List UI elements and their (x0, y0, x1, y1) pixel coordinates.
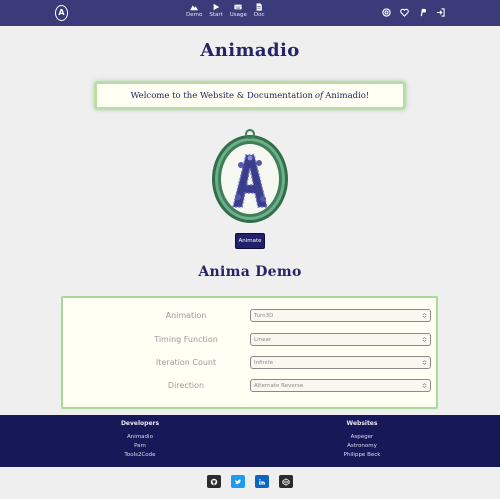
nav-links: Demo Start Usage Doc (186, 3, 265, 19)
welcome-of: of (314, 90, 324, 101)
github-link[interactable] (207, 475, 221, 488)
heart-icon[interactable] (400, 8, 409, 17)
footer-link[interactable]: Philippe Beck (302, 451, 422, 460)
welcome-text: Welcome to the Website & Documentation (130, 90, 313, 101)
play-icon (213, 3, 220, 11)
timing-function-select[interactable]: Linear (250, 333, 431, 346)
demo-section-title: Anima Demo (198, 264, 302, 280)
github-icon (210, 478, 218, 485)
direction-label: Direction (167, 381, 205, 390)
timing-function-label: Timing Function (154, 335, 218, 344)
nav-link-doc[interactable]: Doc (254, 3, 265, 19)
footer-link[interactable]: Pam (80, 442, 200, 451)
direction-select[interactable]: Alternate Reverse (250, 379, 431, 392)
linkedin-icon (259, 478, 265, 485)
framed-a-logo-icon (212, 129, 288, 223)
social-links (207, 475, 293, 488)
form-row-iteration: Iteration Count Infinite (63, 356, 436, 370)
logo-letter: A (58, 8, 65, 17)
twitter-link[interactable] (231, 475, 245, 488)
chevron-updown-icon (422, 337, 427, 342)
form-row-timing: Timing Function Linear (63, 333, 436, 347)
footer-link[interactable]: Animadio (80, 433, 200, 442)
home-logo-link[interactable]: A (55, 5, 68, 21)
nav-right-icons (382, 8, 445, 17)
nav-link-label: Usage (229, 12, 247, 18)
top-navbar: A Demo Start Usage Doc (0, 0, 500, 26)
nav-link-start[interactable]: Start (209, 3, 223, 19)
animate-button[interactable]: Animate (235, 233, 265, 249)
document-icon (256, 3, 263, 11)
animation-select[interactable]: Turn3D (250, 309, 431, 322)
codepen-icon (282, 477, 290, 486)
demo-form: Animation Turn3D Timing Function Linear … (61, 296, 438, 409)
footer-link[interactable]: Astronomy (302, 442, 422, 451)
footer-developers-column: Developers Animadio Pam Tools2Code (80, 420, 200, 460)
at-icon[interactable] (382, 8, 391, 17)
paypal-icon[interactable] (418, 8, 427, 17)
linkedin-link[interactable] (255, 475, 269, 488)
site-footer: Developers Animadio Pam Tools2Code Websi… (0, 415, 500, 467)
footer-websites-column: Websites Aspeger Astronomy Philippe Beck (302, 420, 422, 460)
nav-link-label: Doc (253, 12, 265, 18)
iteration-count-select-value: Infinite (254, 359, 274, 366)
form-row-direction: Direction Alternate Reverse (63, 379, 436, 393)
iteration-count-select[interactable]: Infinite (250, 356, 431, 369)
nav-link-label: Demo (186, 12, 203, 18)
animation-select-value: Turn3D (254, 312, 274, 319)
welcome-name: Animadio! (325, 90, 370, 101)
welcome-banner: Welcome to the Website & Documentation o… (94, 81, 406, 110)
animation-label: Animation (165, 311, 207, 320)
timing-function-select-value: Linear (254, 336, 272, 343)
footer-link[interactable]: Aspeger (302, 433, 422, 442)
chevron-updown-icon (422, 313, 427, 318)
footer-developers-heading: Developers (120, 420, 160, 427)
codepen-link[interactable] (279, 475, 293, 488)
chevron-updown-icon (422, 383, 427, 388)
nav-link-usage[interactable]: Usage (230, 3, 247, 19)
nav-link-label: Start (209, 12, 223, 18)
keyboard-icon (234, 4, 242, 10)
footer-websites-heading: Websites (346, 420, 378, 427)
nav-link-demo[interactable]: Demo (186, 3, 202, 19)
mountain-icon (190, 5, 199, 11)
form-row-animation: Animation Turn3D (63, 309, 436, 323)
animadio-logo-frame (205, 125, 295, 225)
iteration-count-label: Iteration Count (155, 358, 217, 367)
footer-link[interactable]: Tools2Code (80, 451, 200, 460)
direction-select-value: Alternate Reverse (254, 382, 304, 389)
page-title: Animadio (200, 40, 300, 61)
sign-in-icon[interactable] (436, 8, 445, 17)
twitter-icon (234, 479, 242, 484)
chevron-updown-icon (422, 360, 427, 365)
